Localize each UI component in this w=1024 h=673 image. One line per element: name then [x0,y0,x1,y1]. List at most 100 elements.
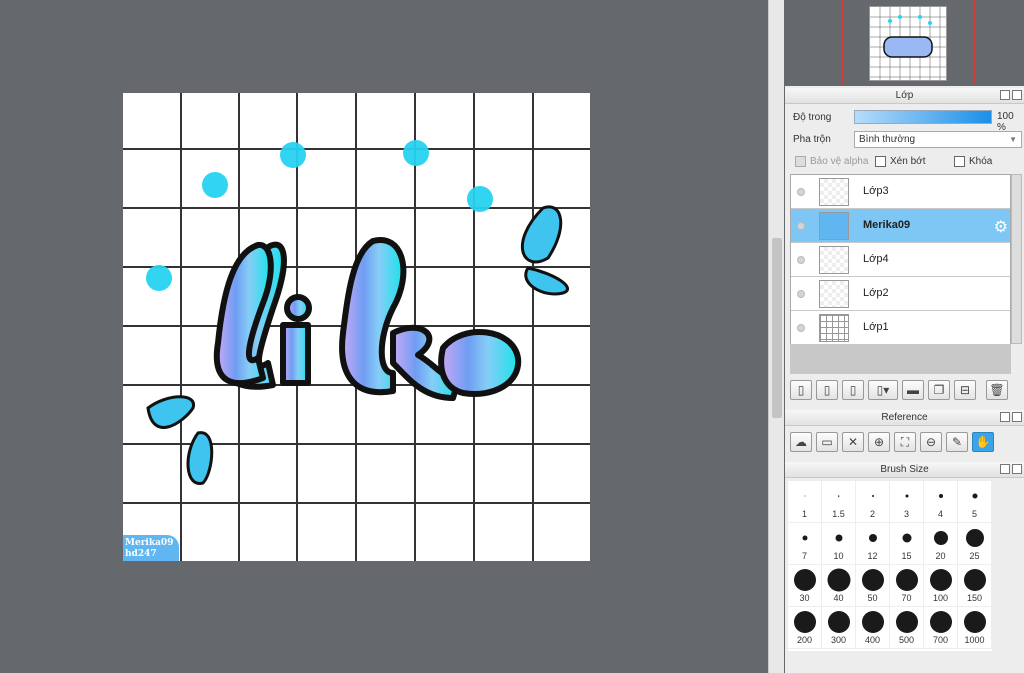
hand-tool-icon[interactable]: ✋ [972,432,994,452]
layer-name: Lớp2 [863,287,889,299]
brush-dot-icon [802,535,807,541]
visibility-icon[interactable] [797,188,805,196]
close-icon[interactable]: ✕ [842,432,864,452]
zoom-out-icon[interactable]: ⊖ [920,432,942,452]
brush-size-panel: Brush Size 1 1.5 2 3 4 5 7 10 12 15 20 25 30 40 50 70 10… [785,462,1024,673]
brush-size-option[interactable]: 3 [890,481,924,523]
brush-dot-icon [835,534,842,542]
zoom-in-icon[interactable]: ⊕ [868,432,890,452]
layer-thumbnail [819,314,849,342]
brush-size-option[interactable]: 15 [890,523,924,565]
protect-alpha-checkbox[interactable]: Bảo vệ alpha [795,156,868,167]
blend-mode-select[interactable]: Bình thường ▼ [854,131,1022,148]
brush-size-option[interactable]: 7 [788,523,822,565]
brush-size-option[interactable]: 700 [924,607,958,649]
brush-dot-icon [827,611,850,633]
artwork [123,93,590,561]
brush-size-label: 700 [932,635,949,645]
chevron-down-icon: ▼ [1009,135,1017,144]
visibility-icon[interactable] [797,290,805,298]
panel-close-icon[interactable] [1012,464,1022,474]
trash-icon[interactable]: 🗑 [986,380,1008,400]
panel-close-icon[interactable] [1012,412,1022,422]
layer-list-scrollbar[interactable] [1011,174,1022,344]
lock-checkbox[interactable]: Khóa [954,156,992,167]
brush-dot-icon [929,611,952,633]
brush-size-option[interactable]: 50 [856,565,890,607]
panel-float-icon[interactable] [1000,412,1010,422]
brush-size-label: 10 [833,551,844,561]
layer-row-lop1[interactable]: Lớp1 [791,311,1010,345]
navigator-frame-left [842,0,844,84]
cloud-upload-icon[interactable]: ☁ [790,432,812,452]
new-layer-8bit-icon[interactable]: ▯ [816,380,838,400]
new-layer-1bit-icon[interactable]: ▯ [842,380,864,400]
merge-layer-icon[interactable]: ⊟ [954,380,976,400]
brush-size-option[interactable]: 5 [958,481,992,523]
brush-size-option[interactable]: 400 [856,607,890,649]
layer-row-merika09[interactable]: Merika09 ⚙ [791,209,1010,243]
open-folder-icon[interactable]: ▭ [816,432,838,452]
brush-size-option[interactable]: 150 [958,565,992,607]
brush-dot-icon [905,494,908,498]
brush-size-option[interactable]: 12 [856,523,890,565]
brush-dot-icon [827,568,850,592]
panel-float-icon[interactable] [1000,90,1010,100]
vertical-scrollbar[interactable] [768,0,784,673]
brush-size-label: 4 [937,509,943,519]
eyedropper-icon[interactable]: ✎ [946,432,968,452]
brush-size-label: 300 [830,635,847,645]
fit-screen-icon[interactable]: ⛶ [894,432,916,452]
scrollbar-thumb[interactable] [772,238,782,418]
brush-size-option[interactable]: 30 [788,565,822,607]
signature-watermark: Merika09 hd247 [123,535,179,561]
layer-toolbar: ▯ ▯ ▯ ▯▾ ▬ ❐ ⊟ 🗑 [790,380,1008,400]
layer-row-lop4[interactable]: Lớp4 [791,243,1010,277]
brush-size-option[interactable]: 300 [822,607,856,649]
protect-alpha-label: Bảo vệ alpha [810,156,869,167]
navigator-panel[interactable] [785,0,1024,86]
drawing-canvas[interactable]: Merika09 hd247 [123,93,590,561]
clipping-checkbox[interactable]: Xén bớt [875,156,925,167]
checkbox-icon [875,156,886,167]
canvas-workspace[interactable]: Merika09 hd247 [0,0,768,673]
brush-size-option[interactable]: 20 [924,523,958,565]
brush-size-option[interactable]: 10 [822,523,856,565]
brush-size-option[interactable]: 40 [822,565,856,607]
brush-size-option[interactable]: 500 [890,607,924,649]
gear-icon[interactable]: ⚙ [994,217,1008,237]
folder-icon[interactable]: ▬ [902,380,924,400]
panel-close-icon[interactable] [1012,90,1022,100]
visibility-icon[interactable] [797,256,805,264]
brush-size-option[interactable]: 25 [958,523,992,565]
brush-size-option[interactable]: 200 [788,607,822,649]
decorative-dots [146,140,493,291]
layer-list: Lớp3 Merika09 ⚙ Lớp4 Lớp2 Lớp1 [790,174,1011,345]
layer-row-lop2[interactable]: Lớp2 [791,277,1010,311]
brush-size-option[interactable]: 4 [924,481,958,523]
panel-float-icon[interactable] [1000,464,1010,474]
navigator-preview[interactable] [869,6,947,81]
brush-dot-icon [972,493,977,499]
brush-size-label: 40 [833,593,844,603]
new-layer-icon[interactable]: ▯ [790,380,812,400]
layer-row-lop3[interactable]: Lớp3 [791,175,1010,209]
duplicate-layer-icon[interactable]: ❐ [928,380,950,400]
brush-size-option[interactable]: 2 [856,481,890,523]
layer-name: Lớp1 [863,321,889,333]
brush-size-option[interactable]: 1.5 [822,481,856,523]
add-layer-menu-icon[interactable]: ▯▾ [868,380,898,400]
opacity-slider[interactable] [854,110,992,124]
brush-size-option[interactable]: 1000 [958,607,992,649]
brush-size-option[interactable]: 100 [924,565,958,607]
brush-size-label: 1 [801,509,807,519]
brush-size-label: 1000 [964,635,985,645]
clipping-label: Xén bớt [890,156,926,167]
visibility-icon[interactable] [797,324,805,332]
opacity-label: Độ trong [793,112,832,123]
layer-thumbnail [819,212,849,240]
visibility-icon[interactable] [797,222,805,230]
navigator-frame-right [974,0,976,84]
brush-size-option[interactable]: 70 [890,565,924,607]
brush-size-option[interactable]: 1 [788,481,822,523]
